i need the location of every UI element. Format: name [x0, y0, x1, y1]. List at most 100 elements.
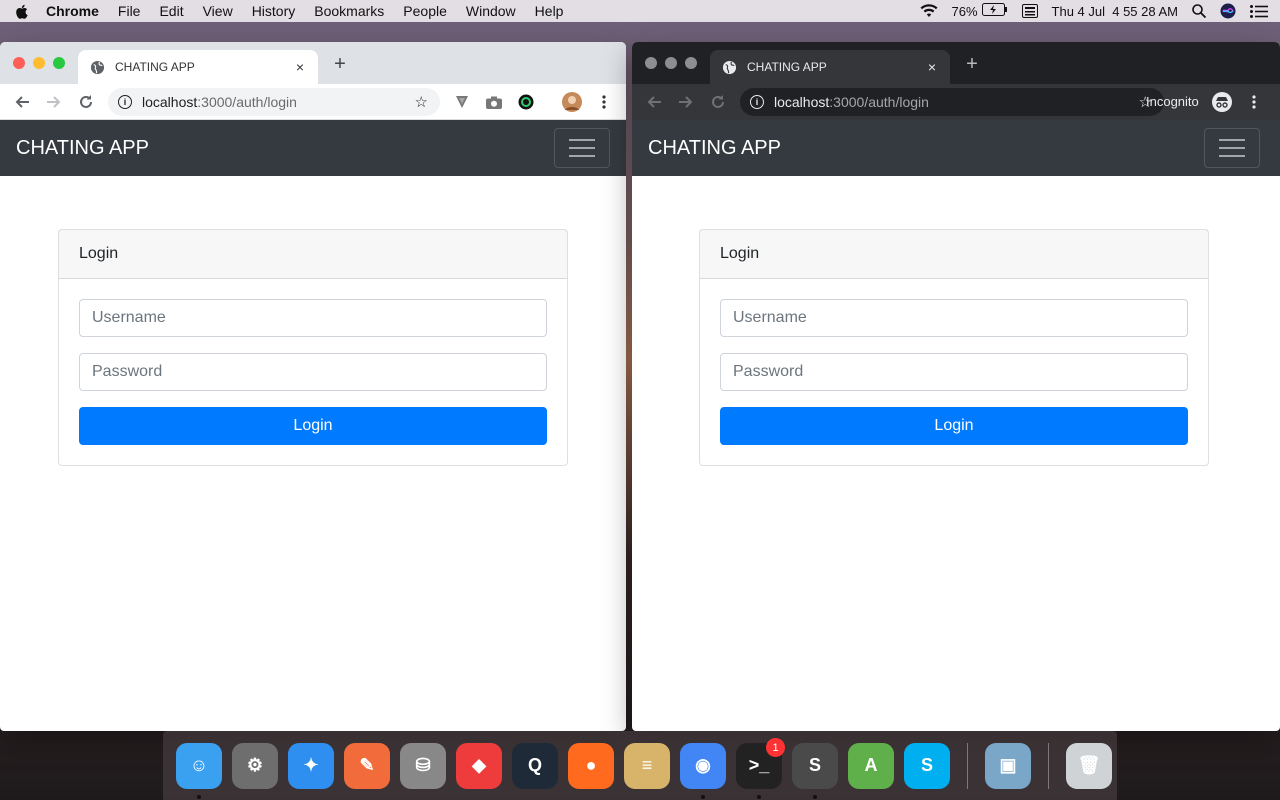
dock-item[interactable]: ● — [563, 731, 619, 800]
dock-item[interactable]: Q — [507, 731, 563, 800]
menu-help[interactable]: Help — [535, 3, 564, 19]
username-input[interactable] — [720, 299, 1188, 337]
dock-separator — [967, 742, 968, 789]
apple-menu-icon[interactable] — [14, 3, 28, 19]
sublime-text-icon[interactable]: S — [792, 742, 838, 789]
incognito-label[interactable]: Incognito — [1146, 94, 1199, 109]
navbar-toggle-button[interactable] — [1204, 128, 1260, 168]
trash-icon[interactable]: 🗑 — [1066, 742, 1112, 789]
menu-people[interactable]: People — [403, 3, 447, 19]
new-tab-button[interactable]: + — [962, 53, 982, 76]
chrome-window-normal: CHATING APP × + i localhost:3000/auth/lo… — [0, 42, 626, 731]
siri-icon[interactable] — [1220, 3, 1236, 19]
site-info-icon[interactable]: i — [118, 95, 132, 109]
system-preferences-icon[interactable]: ⚙ — [232, 742, 278, 789]
password-input[interactable] — [720, 353, 1188, 391]
dock-item[interactable]: ☺ — [171, 731, 227, 800]
sequel-pro-icon[interactable]: ≡ — [624, 742, 670, 789]
wifi-icon[interactable] — [920, 4, 938, 18]
browser-tab[interactable]: CHATING APP × — [78, 50, 318, 84]
address-bar[interactable]: i localhost:3000/auth/login ☆ — [108, 88, 440, 116]
vivaldi-extension-icon[interactable] — [452, 92, 472, 112]
dock-item[interactable]: ⚙ — [227, 731, 283, 800]
dock-item[interactable]: ⛁ — [395, 731, 451, 800]
finder-icon[interactable]: ☺ — [176, 742, 222, 789]
dock-item[interactable]: ≡ — [619, 731, 675, 800]
new-tab-button[interactable]: + — [330, 53, 350, 76]
dock-item[interactable]: >_ 1 — [731, 731, 787, 800]
preview-icon[interactable]: ▣ — [985, 742, 1031, 789]
safari-icon[interactable]: ✦ — [288, 742, 334, 789]
minimize-window-button[interactable] — [665, 57, 677, 69]
minimize-window-button[interactable] — [33, 57, 45, 69]
navbar-brand[interactable]: CHATING APP — [648, 137, 781, 160]
dock-item[interactable]: S — [787, 731, 843, 800]
postman-icon[interactable]: ✎ — [344, 742, 390, 789]
login-button[interactable]: Login — [720, 407, 1188, 445]
dock-item[interactable]: A — [843, 731, 899, 800]
battery-charging-icon — [981, 3, 1008, 19]
menu-app-chrome[interactable]: Chrome — [46, 3, 99, 19]
menu-edit[interactable]: Edit — [159, 3, 183, 19]
battery-status[interactable]: 76% — [952, 3, 1008, 19]
color-picker-extension-icon[interactable] — [516, 92, 536, 112]
reload-icon[interactable] — [707, 91, 729, 113]
username-input[interactable] — [79, 299, 547, 337]
profile-avatar-icon[interactable] — [562, 92, 582, 112]
browser-tab[interactable]: CHATING APP × — [710, 50, 950, 84]
running-indicator — [813, 795, 817, 799]
menu-file[interactable]: File — [118, 3, 141, 19]
hamburger-line — [569, 155, 595, 157]
dock-item[interactable]: S — [899, 731, 955, 800]
menu-history[interactable]: History — [252, 3, 296, 19]
zoom-window-button[interactable] — [53, 57, 65, 69]
address-bar[interactable]: i localhost:3000/auth/login ☆ — [740, 88, 1164, 116]
android-studio-icon[interactable]: A — [848, 742, 894, 789]
menubar-clock[interactable]: Thu 4 Jul 4 55 28 AM — [1052, 4, 1178, 19]
close-window-button[interactable] — [645, 57, 657, 69]
forward-arrow-icon[interactable] — [43, 91, 65, 113]
site-info-icon[interactable]: i — [750, 95, 764, 109]
login-card-header: Login — [59, 230, 567, 279]
chrome-menu-icon[interactable] — [594, 92, 614, 112]
skype-icon[interactable]: S — [904, 742, 950, 789]
disk-utility-icon[interactable]: ⛁ — [400, 742, 446, 789]
bookmark-star-icon[interactable]: ☆ — [415, 93, 428, 111]
dock-item[interactable]: ▣ — [980, 731, 1036, 800]
password-input[interactable] — [79, 353, 547, 391]
close-window-button[interactable] — [13, 57, 25, 69]
back-arrow-icon[interactable] — [643, 91, 665, 113]
firefox-icon[interactable]: ● — [568, 742, 614, 789]
menu-window[interactable]: Window — [466, 3, 516, 19]
quicktime-icon[interactable]: Q — [512, 742, 558, 789]
reload-icon[interactable] — [75, 91, 97, 113]
dock-item[interactable]: 🗑 — [1061, 731, 1117, 800]
incognito-icon[interactable] — [1212, 92, 1232, 112]
keyboard-input-icon[interactable] — [1021, 4, 1038, 18]
window-controls — [645, 57, 697, 69]
chrome-menu-icon[interactable] — [1244, 92, 1264, 112]
login-button[interactable]: Login — [79, 407, 547, 445]
dock-item[interactable]: ✦ — [283, 731, 339, 800]
notification-center-icon[interactable] — [1250, 4, 1268, 18]
spotlight-search-icon[interactable] — [1192, 4, 1206, 18]
battery-percent: 76% — [951, 3, 978, 19]
back-arrow-icon[interactable] — [11, 91, 33, 113]
globe-icon — [90, 60, 105, 75]
navbar-toggle-button[interactable] — [554, 128, 610, 168]
menu-bookmarks[interactable]: Bookmarks — [314, 3, 384, 19]
forward-arrow-icon[interactable] — [675, 91, 697, 113]
zoom-window-button[interactable] — [685, 57, 697, 69]
dock-item[interactable]: ✎ — [339, 731, 395, 800]
dock-item[interactable]: ◉ — [675, 731, 731, 800]
running-indicator — [757, 795, 761, 799]
menu-view[interactable]: View — [203, 3, 233, 19]
anydesk-icon[interactable]: ◆ — [456, 742, 502, 789]
login-card: Login Login — [58, 229, 568, 466]
close-tab-icon[interactable]: × — [922, 59, 942, 75]
close-tab-icon[interactable]: × — [290, 59, 310, 75]
camera-extension-icon[interactable] — [484, 92, 504, 112]
navbar-brand[interactable]: CHATING APP — [16, 137, 149, 160]
chrome-icon[interactable]: ◉ — [680, 742, 726, 789]
dock-item[interactable]: ◆ — [451, 731, 507, 800]
